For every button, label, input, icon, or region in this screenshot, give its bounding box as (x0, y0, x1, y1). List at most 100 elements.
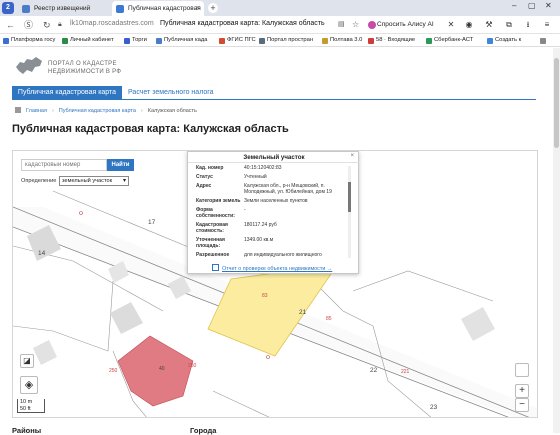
info-value: Учтенный (244, 174, 267, 180)
report-link[interactable]: Отчет о проверке объекта недвижимости → (212, 264, 332, 272)
bookmark-item[interactable]: ФГИС ПГС (219, 36, 256, 45)
parcel-boundary (13, 280, 114, 352)
tab-count-badge[interactable]: 2 (2, 2, 14, 14)
parcel-boundary (352, 270, 494, 302)
more-bookmarks-icon[interactable]: » (540, 36, 547, 45)
info-row: Статус Учтенный (196, 174, 346, 180)
layers-toggle-button[interactable]: ◪ (20, 354, 34, 368)
info-key: Кадастровая стоимость: (196, 222, 228, 234)
ask-alice-button[interactable]: Спросить Алису AI (366, 19, 437, 31)
map-label: 250 (188, 363, 197, 369)
bookmark-item[interactable]: Полтава 3.0 (322, 36, 362, 45)
close-window-icon[interactable]: ✕ (545, 1, 552, 10)
building (461, 307, 495, 341)
breadcrumb-home[interactable]: Главная (26, 108, 47, 114)
bookmark-item[interactable]: Торги (124, 36, 147, 45)
cadastral-map[interactable]: Найти Определение земельный участок 17 1… (12, 150, 538, 418)
info-value: Земли населенных пунктов (244, 198, 308, 204)
parcel-boundary (212, 390, 270, 417)
map-label: 85 (326, 316, 332, 322)
info-row: Разрешенное для индивидуального жилищного (196, 252, 346, 258)
logo-line-1: ПОРТАЛ О КАДАСТРЕ (48, 61, 117, 67)
bookmark-item[interactable]: Сбербанк-АСТ (426, 36, 473, 45)
bookmarks-bar: Платформа госу Личный кабинет Торги Публ… (0, 34, 560, 47)
lock-icon[interactable]: 🔒︎ (58, 19, 62, 31)
info-key: Категория земель (196, 198, 241, 204)
mode-label: Определение (21, 178, 57, 184)
close-popup-icon[interactable]: × (350, 153, 354, 159)
info-key: Статус (196, 174, 213, 180)
building-red (117, 335, 194, 407)
refresh-icon[interactable]: ↻ (43, 19, 51, 31)
info-key: Уточненная площадь: (196, 237, 225, 249)
extensions-icon[interactable]: ⧉ (504, 20, 514, 30)
scale-meters: 10 m (20, 399, 33, 405)
info-value: Калужская обл., р-н Мещовский, п. Молоде… (244, 183, 332, 195)
extension-x-icon[interactable]: ✕ (446, 20, 456, 30)
cities-heading: Города (190, 426, 217, 435)
download-icon[interactable]: ⭳ (523, 20, 533, 30)
bookmark-star-icon[interactable]: ☆ (352, 19, 359, 31)
tab-cadastral-map[interactable]: Публичная кадастровая карта (12, 86, 122, 99)
breadcrumb-section[interactable]: Публичная кадастровая карта (59, 108, 136, 114)
menu-icon[interactable]: ≡ (542, 20, 552, 30)
tab-title: Публичная кадастровая (128, 5, 201, 12)
info-key: Разрешенное (196, 252, 230, 258)
info-row: Кад. номер 40:15:120402:83 (196, 165, 346, 171)
info-row: Категория земель Земли населенных пунктов (196, 198, 346, 204)
info-key: Адрес (196, 183, 212, 189)
bookmark-item[interactable]: Публичная када (156, 36, 208, 45)
building (110, 302, 143, 334)
mode-select[interactable]: земельный участок (59, 176, 129, 186)
browser-tab-bar: 2 Реестр извещений Публичная кадастровая… (0, 0, 560, 16)
bookmark-item[interactable]: Создать к (487, 36, 521, 45)
extension-tools-icon[interactable]: ⚒ (484, 20, 494, 30)
new-tab-button[interactable]: + (208, 3, 218, 13)
info-value: 40:15:120402:83 (244, 165, 282, 171)
zoom-in-button[interactable]: + (515, 384, 529, 398)
find-button[interactable]: Найти (107, 159, 134, 171)
map-label: 22 (370, 367, 378, 374)
map-label: 17 (148, 219, 156, 226)
browser-tab-registry[interactable]: Реестр извещений (18, 1, 108, 16)
russia-map-logo-icon (16, 57, 42, 74)
home-icon[interactable] (15, 107, 21, 113)
yandex-icon[interactable]: Ⓢ (24, 19, 33, 31)
address-bar: ← Ⓢ ↻ 🔒︎ lk10map.roscadastres.com Публич… (0, 16, 560, 34)
site-logo-text[interactable]: ПОРТАЛ О КАДАСТРЕ НЕДВИЖИМОСТИ В РФ (48, 60, 121, 76)
url-page-title[interactable]: Публичная кадастровая карта: Калужская о… (160, 20, 325, 27)
url-domain[interactable]: lk10map.roscadastres.com (70, 20, 154, 27)
tab-land-tax[interactable]: Расчет земельного налога (128, 86, 214, 99)
map-label: 221 (401, 369, 410, 375)
breadcrumb: Главная › Публичная кадастровая карта › Калу… (15, 107, 197, 114)
back-icon[interactable]: ← (6, 19, 15, 31)
building (33, 340, 57, 365)
bookmark-item[interactable]: Платформа госу (3, 36, 55, 45)
info-row: Уточненная площадь: 1349.00 кв.м (196, 237, 346, 249)
fullscreen-button[interactable] (515, 363, 529, 377)
zoom-out-button[interactable]: − (515, 398, 529, 412)
page-scrollbar[interactable] (553, 48, 560, 433)
close-tab-icon[interactable]: × (196, 1, 200, 16)
extension-palette-icon[interactable]: ◉ (464, 20, 474, 30)
bookmark-item[interactable]: Личный кабинет (62, 36, 114, 45)
parcel-info-popup: Земельный участок × Кад. номер 40:15:1204… (187, 151, 360, 274)
map-label: 83 (262, 293, 268, 299)
info-row: Кадастровая стоимость: 180117.24 руб (196, 222, 346, 234)
browser-tab-cadastral[interactable]: Публичная кадастровая × (112, 1, 204, 16)
map-scale: 10 m 50 ft (17, 399, 45, 413)
popup-title: Земельный участок (188, 152, 360, 163)
popup-scroll-thumb[interactable] (348, 182, 351, 212)
basemap-layers-icon[interactable]: ◈ (20, 376, 38, 394)
bookmark-item[interactable]: 58 · Входящие (368, 36, 415, 45)
info-value: для индивидуального жилищного (244, 252, 322, 258)
site-favicon-icon (116, 5, 124, 13)
minimize-icon[interactable]: – (512, 1, 516, 10)
page-scroll-thumb[interactable] (554, 58, 559, 148)
reader-icon[interactable]: ▤ (338, 19, 345, 31)
popup-scrollbar[interactable] (348, 166, 351, 258)
road-marker (79, 211, 83, 215)
cadastral-search-input[interactable] (21, 159, 107, 171)
maximize-icon[interactable]: ▢ (528, 1, 536, 10)
bookmark-item[interactable]: Портал простран (259, 36, 313, 45)
